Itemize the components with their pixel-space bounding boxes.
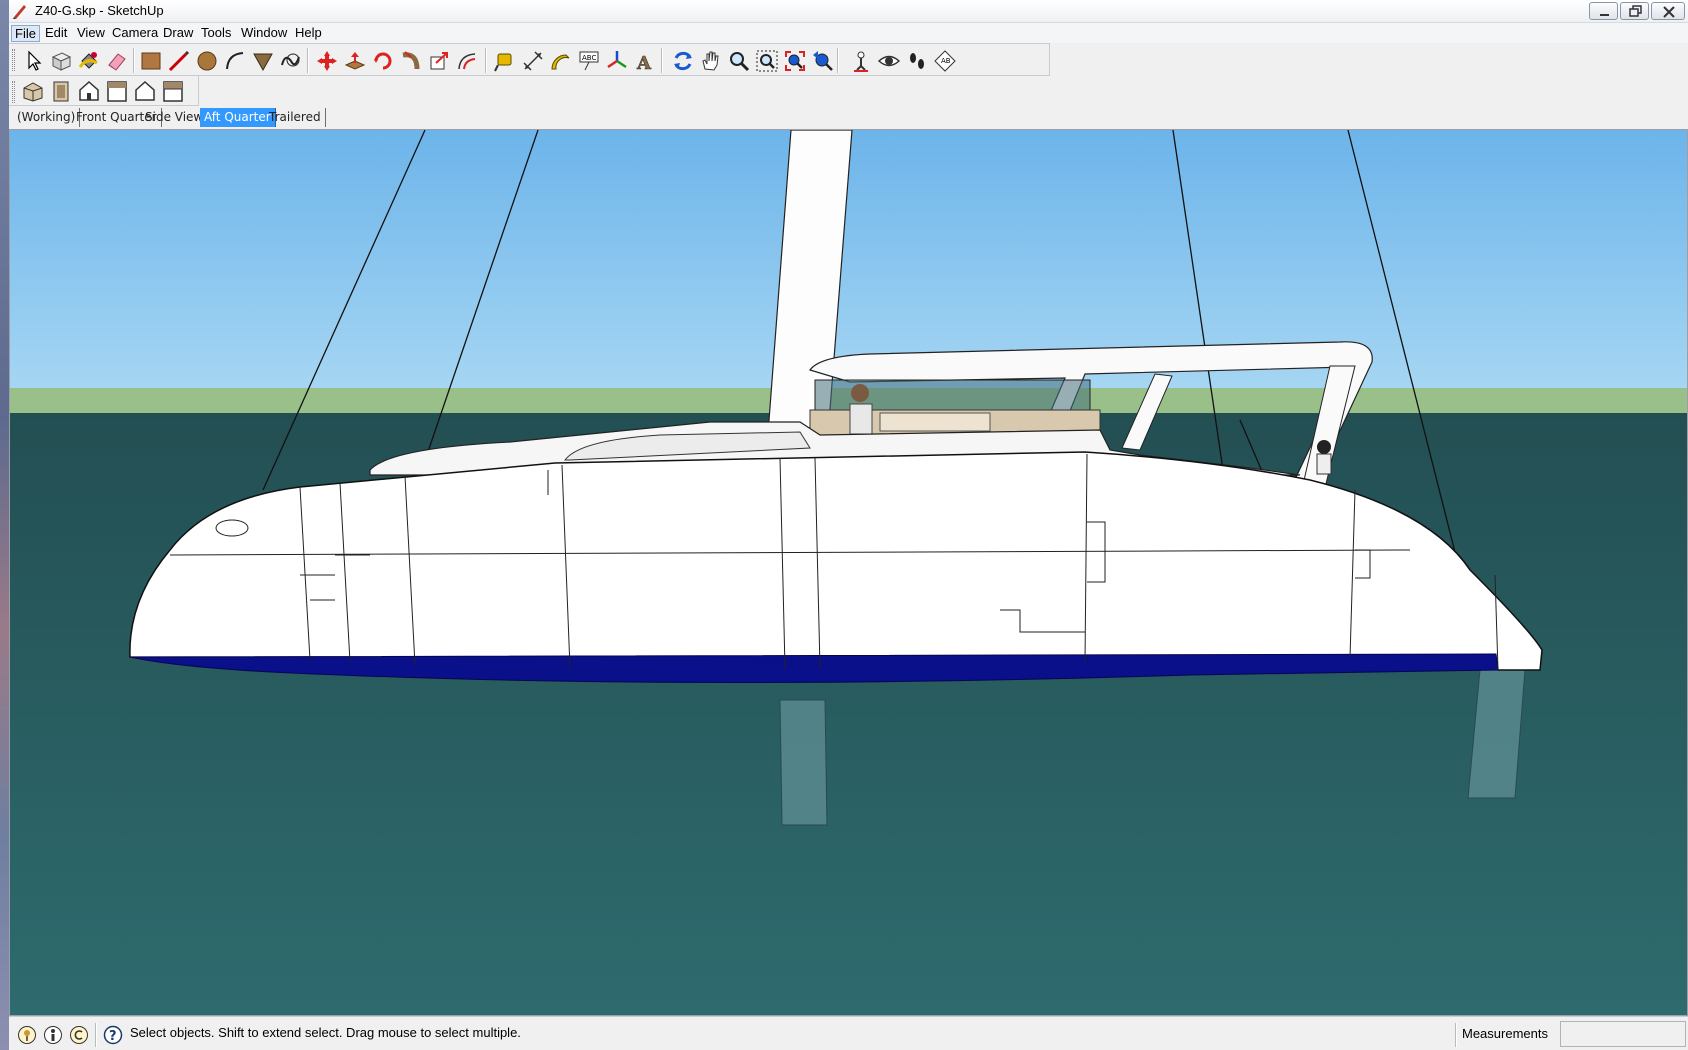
menu-draw[interactable]: Draw (160, 25, 196, 42)
daggerboard (779, 699, 828, 826)
rectangle-icon[interactable] (137, 47, 165, 74)
measurements-field[interactable] (1560, 1021, 1686, 1047)
right-view-icon[interactable] (103, 77, 131, 104)
freehand-icon[interactable] (277, 47, 305, 74)
title-bar[interactable]: Z40-G.skp - SketchUp (9, 0, 1688, 23)
paint-bucket-icon[interactable] (75, 47, 103, 74)
person-figure (851, 384, 869, 402)
views-toolbar (9, 76, 199, 106)
top-view-icon[interactable] (47, 77, 75, 104)
iso-view-icon[interactable] (19, 77, 47, 104)
walk-icon[interactable] (903, 47, 931, 74)
front-view-icon[interactable] (75, 77, 103, 104)
close-icon (1663, 6, 1675, 18)
toolbar-grip[interactable] (12, 49, 15, 71)
sketchup-window: Z40-G.skp - SketchUp File Edit View Came… (9, 0, 1688, 1050)
status-bar: ? Select objects. Shift to extend select… (9, 1016, 1688, 1050)
geo-location-icon[interactable] (17, 1025, 37, 1045)
orbit-icon[interactable] (669, 47, 697, 74)
3d-text-icon[interactable]: A (631, 47, 659, 74)
rotate-icon[interactable] (369, 47, 397, 74)
arc-icon[interactable] (221, 47, 249, 74)
menu-file[interactable]: File (11, 25, 40, 42)
sketchup-app-icon (12, 3, 28, 19)
previous-view-icon[interactable] (809, 47, 837, 74)
minimize-button[interactable] (1589, 2, 1618, 20)
copyright-icon[interactable] (69, 1025, 89, 1045)
hull (129, 451, 1543, 671)
scale-icon[interactable] (425, 47, 453, 74)
model-scene[interactable] (10, 130, 1687, 1015)
help-icon[interactable]: ? (103, 1025, 123, 1045)
restore-button[interactable] (1620, 2, 1649, 20)
menu-help[interactable]: Help (292, 25, 325, 42)
toolbar-separator (133, 48, 135, 73)
credits-icon[interactable] (43, 1025, 63, 1045)
menu-view[interactable]: View (74, 25, 108, 42)
offset-icon[interactable] (453, 47, 481, 74)
back-view-icon[interactable] (131, 77, 159, 104)
follow-me-icon[interactable] (397, 47, 425, 74)
person-figure (1317, 440, 1331, 454)
menu-tools[interactable]: Tools (198, 25, 234, 42)
drawing-viewport[interactable] (9, 129, 1688, 1016)
scene-tab-trailered[interactable]: Trailered (265, 108, 326, 127)
tape-measure-icon[interactable] (491, 47, 519, 74)
left-view-icon[interactable] (159, 77, 187, 104)
scene-tabs: (Working) Front Quarter Side View Aft Qu… (9, 106, 1688, 128)
dimension-icon[interactable] (519, 47, 547, 74)
toolbar-separator (661, 48, 663, 73)
scene-tab-working[interactable]: (Working) (13, 108, 81, 127)
svg-text:?: ? (109, 1029, 117, 1044)
restore-icon (1629, 5, 1642, 17)
toolbar-separator (485, 48, 487, 73)
window-title: Z40-G.skp - SketchUp (35, 3, 164, 18)
pencil-line-icon[interactable] (165, 47, 193, 74)
zoom-extents-icon[interactable] (781, 47, 809, 74)
close-button[interactable] (1651, 2, 1685, 20)
toolbar-separator (307, 48, 309, 73)
zoom-window-icon[interactable] (753, 47, 781, 74)
menu-edit[interactable]: Edit (42, 25, 70, 42)
minimize-icon (1600, 14, 1609, 16)
axes-icon[interactable] (603, 47, 631, 74)
make-component-icon[interactable] (47, 47, 75, 74)
status-message: Select objects. Shift to extend select. … (130, 1025, 521, 1040)
desktop-background (0, 0, 9, 1050)
position-camera-icon[interactable] (847, 47, 875, 74)
section-plane-icon[interactable]: AB (931, 47, 959, 74)
circle-icon[interactable] (193, 47, 221, 74)
measurements-label: Measurements (1462, 1026, 1548, 1041)
main-toolbar: ABC A AB (9, 43, 1050, 76)
text-label-icon[interactable]: ABC (575, 47, 603, 74)
polygon-icon[interactable] (249, 47, 277, 74)
menu-bar: File Edit View Camera Draw Tools Window … (9, 23, 1688, 43)
eraser-icon[interactable] (103, 47, 131, 74)
svg-text:AB: AB (941, 57, 951, 65)
scene-tab-side-view[interactable]: Side View (141, 108, 209, 127)
status-separator (95, 1023, 97, 1047)
look-around-icon[interactable] (875, 47, 903, 74)
select-arrow-icon[interactable] (19, 47, 47, 74)
protractor-icon[interactable] (547, 47, 575, 74)
svg-text:ABC: ABC (582, 54, 596, 62)
push-pull-icon[interactable] (341, 47, 369, 74)
status-separator (1455, 1023, 1457, 1047)
zoom-icon[interactable] (725, 47, 753, 74)
toolbar-separator (837, 48, 839, 73)
pan-hand-icon[interactable] (697, 47, 725, 74)
move-icon[interactable] (313, 47, 341, 74)
menu-camera[interactable]: Camera (109, 25, 161, 42)
menu-window[interactable]: Window (238, 25, 290, 42)
svg-text:A: A (636, 53, 652, 73)
toolbar-grip[interactable] (12, 81, 15, 103)
